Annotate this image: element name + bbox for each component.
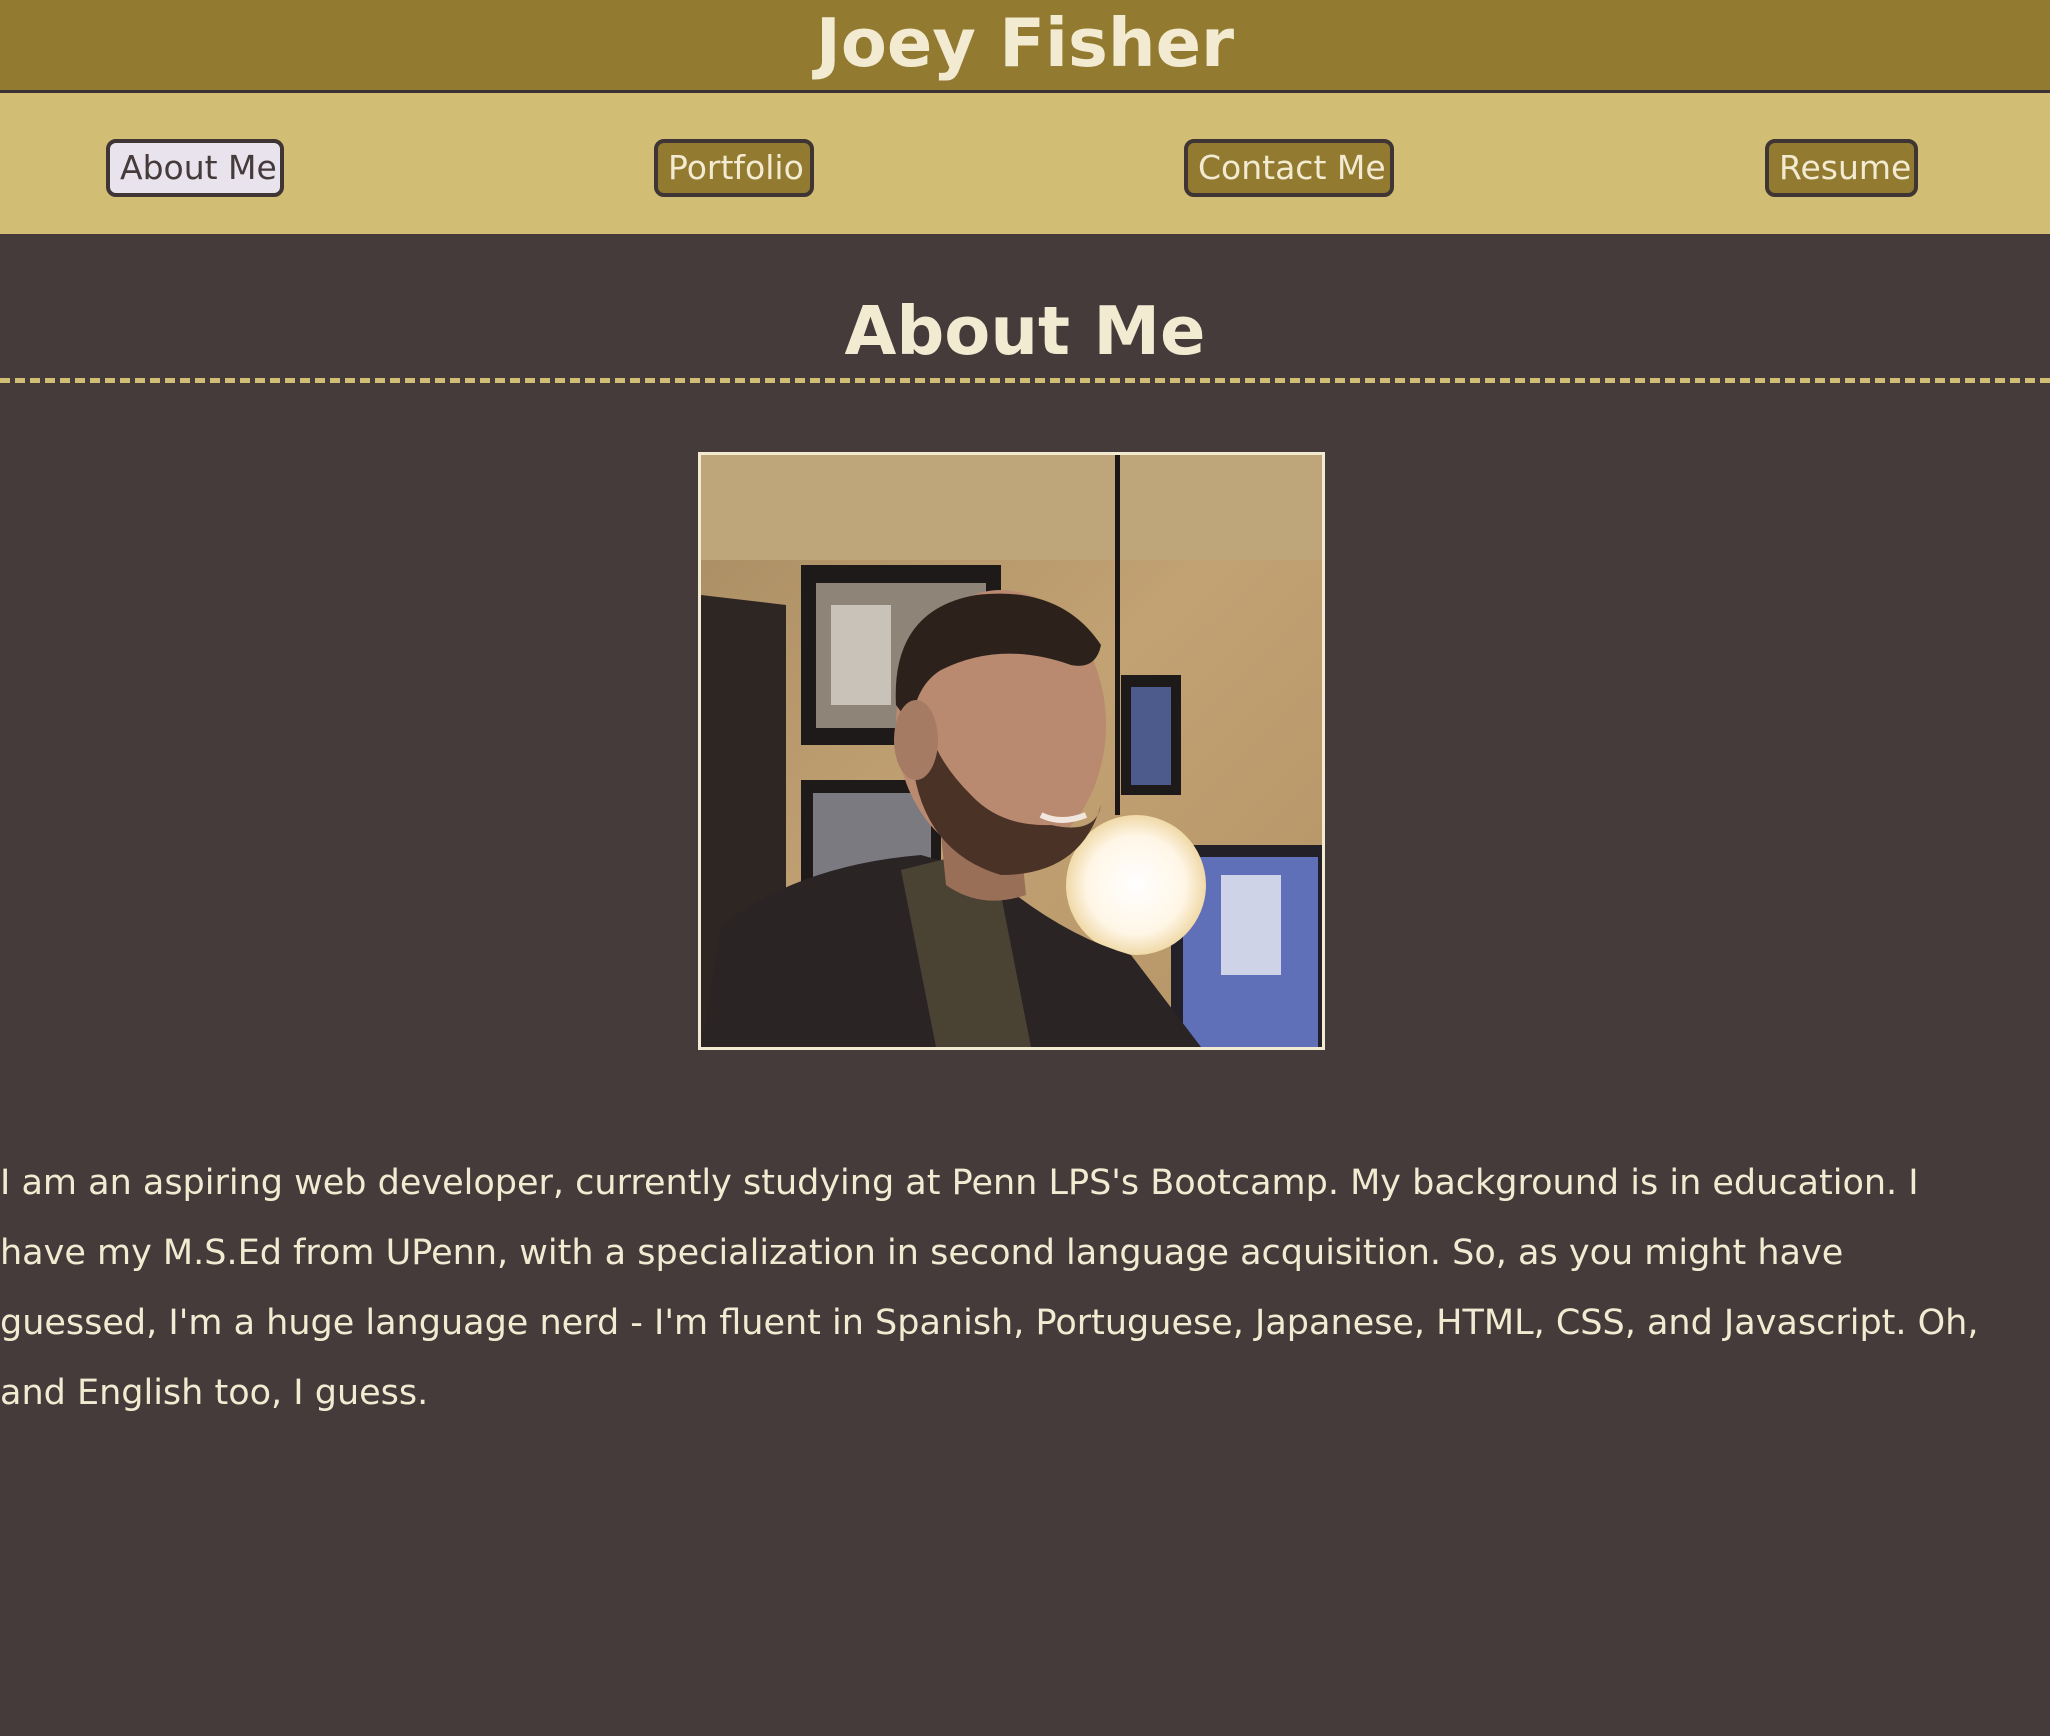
nav-contact-me-button[interactable]: Contact Me xyxy=(1184,139,1394,197)
profile-photo xyxy=(698,452,1325,1050)
section-divider xyxy=(0,378,2050,383)
nav-about-me-button[interactable]: About Me xyxy=(106,139,284,197)
site-title: Joey Fisher xyxy=(815,4,1235,82)
nav-portfolio-button[interactable]: Portfolio xyxy=(654,139,814,197)
bio-paragraph: I am an aspiring web developer, currentl… xyxy=(0,1163,1979,1413)
main-nav: About Me Portfolio Contact Me Resume xyxy=(0,93,2050,234)
site-header: Joey Fisher xyxy=(0,0,2050,93)
section-title: About Me xyxy=(844,292,1206,370)
nav-resume-button[interactable]: Resume xyxy=(1765,139,1918,197)
